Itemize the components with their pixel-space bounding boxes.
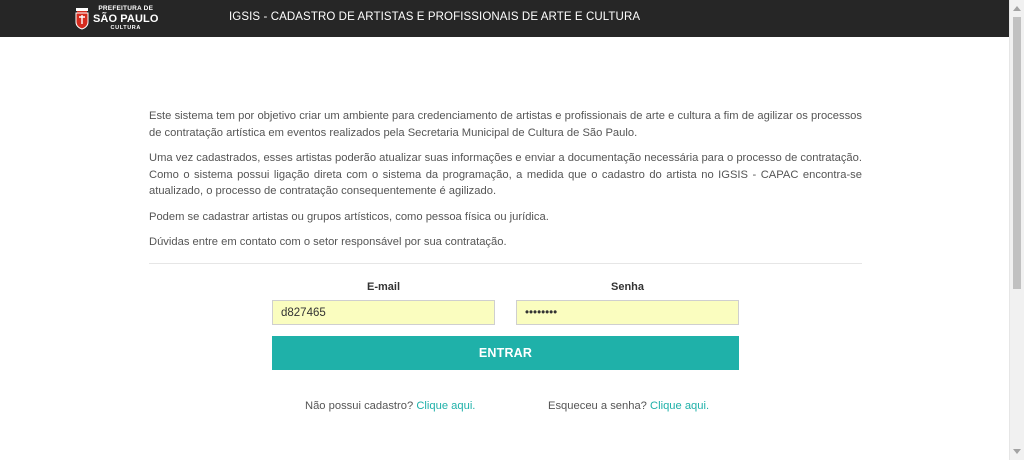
- vertical-scrollbar[interactable]: [1009, 0, 1024, 460]
- scrollbar-thumb[interactable]: [1013, 17, 1021, 289]
- city-coat-of-arms-icon: [75, 7, 89, 30]
- forgot-password-prompt: Esqueceu a senha? Clique aqui.: [548, 400, 709, 412]
- logo-wordmark: PREFEITURA DE SÃO PAULO CULTURA: [93, 5, 159, 31]
- password-label: Senha: [610, 281, 644, 293]
- intro-paragraph: Podem se cadastrar artistas ou grupos ar…: [149, 210, 549, 223]
- prefeitura-logo[interactable]: PREFEITURA DE SÃO PAULO CULTURA: [75, 5, 158, 32]
- app-title: IGSIS - CADASTRO DE ARTISTAS E PROFISSIO…: [229, 11, 641, 23]
- section-divider: [149, 263, 862, 264]
- scroll-up-arrow-icon[interactable]: [1013, 6, 1021, 11]
- register-link[interactable]: Clique aqui.: [416, 400, 475, 412]
- email-label: E-mail: [366, 281, 400, 293]
- intro-text: Este sistema tem por objetivo criar um a…: [149, 108, 862, 260]
- forgot-password-text: Esqueceu a senha?: [548, 400, 647, 412]
- register-prompt: Não possui cadastro? Clique aqui.: [305, 400, 475, 412]
- intro-paragraph: Dúvidas entre em contato com o setor res…: [149, 236, 507, 248]
- scroll-down-arrow-icon[interactable]: [1013, 449, 1021, 454]
- forgot-password-link[interactable]: Clique aqui.: [650, 400, 709, 412]
- login-button[interactable]: ENTRAR: [272, 336, 739, 370]
- page: PREFEITURA DE SÃO PAULO CULTURA IGSIS - …: [0, 0, 1024, 460]
- register-text: Não possui cadastro?: [305, 400, 414, 412]
- password-field[interactable]: [516, 300, 739, 325]
- logo-line-cultura: CULTURA: [110, 24, 141, 31]
- intro-paragraph: Este sistema tem por objetivo criar um a…: [149, 110, 862, 139]
- logo-line-city: SÃO PAULO: [93, 12, 159, 25]
- intro-paragraph: Uma vez cadastrados, esses artistas pode…: [149, 152, 862, 197]
- logo-line-prefeitura: PREFEITURA DE: [98, 5, 154, 12]
- email-field[interactable]: [272, 300, 495, 325]
- top-navbar: PREFEITURA DE SÃO PAULO CULTURA IGSIS - …: [0, 0, 1009, 37]
